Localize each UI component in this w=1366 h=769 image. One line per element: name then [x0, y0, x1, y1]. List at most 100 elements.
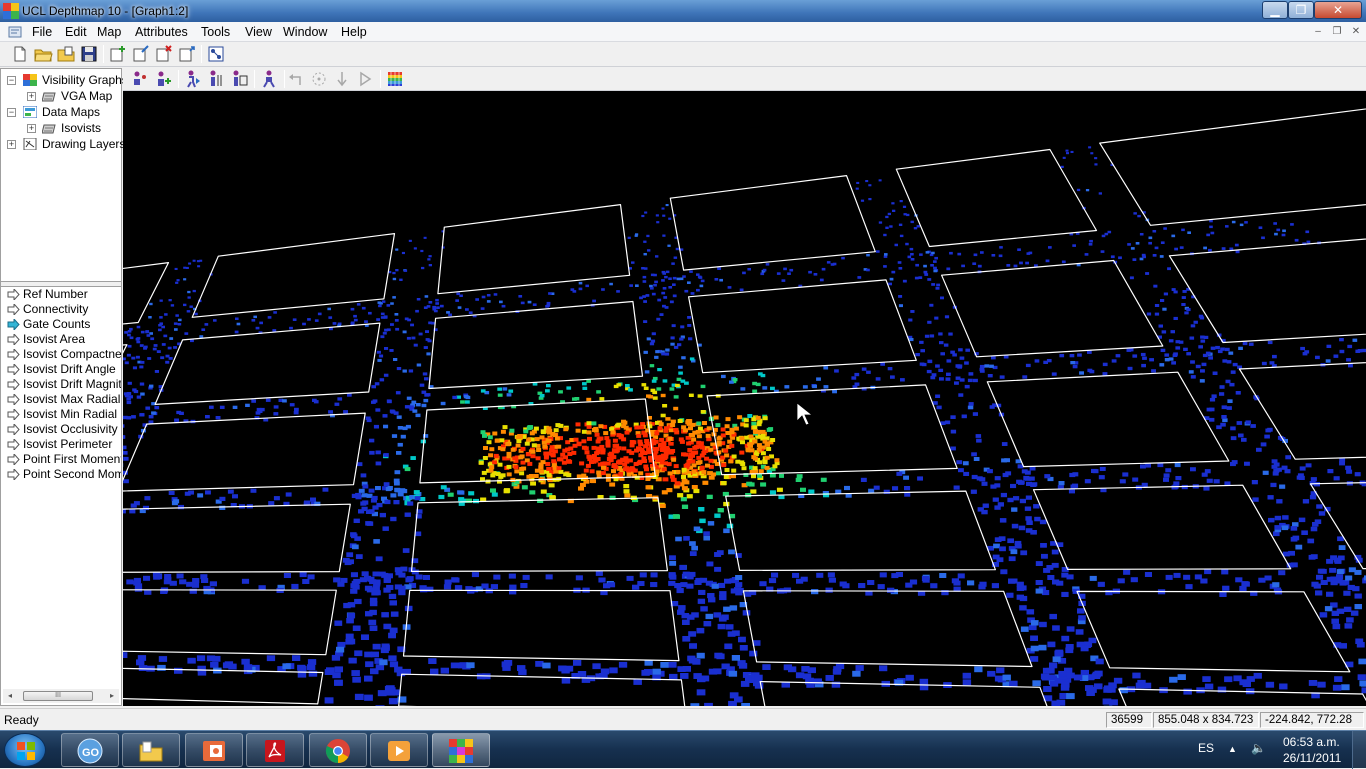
volume-icon[interactable]: 🔈	[1251, 741, 1266, 755]
menu-attributes[interactable]: Attributes	[135, 25, 188, 39]
tree-item-data-maps[interactable]: − Data Maps	[1, 104, 121, 120]
export-map-icon[interactable]	[177, 44, 197, 64]
heat-cell	[885, 227, 888, 229]
undo-icon[interactable]	[286, 69, 306, 89]
edit-map-icon[interactable]	[131, 44, 151, 64]
scroll-thumb[interactable]: III	[23, 691, 93, 701]
tree-item-vga-map[interactable]: + VGA Map	[1, 88, 121, 104]
taskbar-media-player[interactable]	[370, 733, 428, 767]
open-folder-icon[interactable]	[33, 44, 53, 64]
taskbar-pdf-reader[interactable]	[246, 733, 304, 767]
taskbar-presentation-app[interactable]	[185, 733, 243, 767]
show-desktop-button[interactable]	[1352, 731, 1366, 769]
attribute-item[interactable]: Connectivity	[5, 302, 121, 317]
run-agent-icon[interactable]	[259, 69, 279, 89]
tree-item-visibility-graphs[interactable]: − Visibility Graphs	[1, 72, 121, 88]
heat-cell	[1345, 576, 1352, 581]
attribute-item[interactable]: Isovist Compactness	[5, 347, 121, 362]
collapse-icon[interactable]: −	[7, 76, 16, 85]
expand-icon[interactable]: +	[27, 124, 36, 133]
heat-cell	[656, 387, 661, 390]
scroll-left-icon[interactable]: ◂	[3, 689, 17, 703]
attribute-item[interactable]: Isovist Min Radial	[5, 407, 121, 422]
heat-cell	[938, 332, 942, 335]
attribute-item[interactable]: Isovist Drift Angle	[5, 362, 121, 377]
clock-date[interactable]: 26/11/2011	[1283, 751, 1341, 765]
attribute-item[interactable]: Point Second Moment	[5, 467, 121, 482]
attribute-item[interactable]: Ref Number	[5, 287, 121, 302]
taskbar-file-explorer[interactable]	[122, 733, 180, 767]
taskbar-go-app[interactable]: GO	[61, 733, 119, 767]
tree-item-drawing-layers[interactable]: + Drawing Layers	[1, 136, 121, 152]
tree-item-isovists[interactable]: + Isovists	[1, 120, 121, 136]
map-viewport[interactable]	[123, 91, 1366, 706]
heat-cell	[746, 482, 752, 486]
heat-cell	[622, 463, 627, 467]
heat-cell	[1259, 226, 1263, 229]
heat-cell	[1317, 682, 1325, 688]
attribute-item[interactable]: Isovist Drift Magnitude	[5, 377, 121, 392]
taskbar-depthmap[interactable]	[432, 733, 490, 767]
delete-map-icon[interactable]	[154, 44, 174, 64]
gate-counts-map[interactable]	[123, 91, 1366, 706]
heat-cell	[1276, 229, 1280, 232]
heat-cell	[516, 444, 521, 448]
scroll-right-icon[interactable]: ▸	[105, 689, 119, 703]
clock-time[interactable]: 06:53 a.m.	[1283, 735, 1340, 749]
heat-cell	[1213, 372, 1218, 376]
start-button[interactable]	[4, 733, 46, 767]
menu-edit[interactable]: Edit	[65, 25, 87, 39]
expand-icon[interactable]: +	[27, 92, 36, 101]
menu-file[interactable]: File	[32, 25, 52, 39]
maximize-button[interactable]: ❐	[1288, 1, 1314, 19]
show-hidden-icons-icon[interactable]: ▲	[1228, 744, 1237, 754]
step-agent-icon[interactable]	[206, 69, 226, 89]
heat-cell	[670, 343, 674, 346]
attribute-item[interactable]: Isovist Max Radial	[5, 392, 121, 407]
walk-agent-icon[interactable]	[183, 69, 203, 89]
heat-cell	[728, 286, 732, 289]
heat-cell	[427, 305, 431, 308]
heat-cell	[753, 429, 758, 433]
heat-cell	[900, 378, 905, 381]
collapse-icon[interactable]: −	[7, 108, 16, 117]
heat-cell	[777, 272, 781, 275]
menu-window[interactable]: Window	[283, 25, 327, 39]
open-copy-icon[interactable]	[56, 44, 76, 64]
heat-cell	[468, 491, 474, 495]
new-file-icon[interactable]	[10, 44, 30, 64]
heat-cell	[187, 291, 190, 293]
attribute-item[interactable]: Isovist Perimeter	[5, 437, 121, 452]
color-grid-icon[interactable]	[385, 69, 405, 89]
menu-help[interactable]: Help	[341, 25, 367, 39]
horizontal-scrollbar[interactable]: ◂ III ▸	[3, 689, 119, 703]
mdi-close-icon[interactable]: ✕	[1348, 25, 1364, 39]
mdi-restore-icon[interactable]: ❐	[1329, 25, 1345, 39]
add-agent-icon[interactable]	[153, 69, 173, 89]
heat-cell	[351, 670, 360, 676]
close-button[interactable]: ✕	[1314, 1, 1362, 19]
isovist-agent-icon[interactable]	[229, 69, 249, 89]
menu-tools[interactable]: Tools	[201, 25, 230, 39]
menu-map[interactable]: Map	[97, 25, 121, 39]
heat-cell	[1235, 244, 1239, 247]
taskbar-chrome[interactable]	[309, 733, 367, 767]
expand-icon[interactable]: +	[7, 140, 16, 149]
graph-settings-icon[interactable]	[206, 44, 226, 64]
mdi-minimize-icon[interactable]: –	[1310, 25, 1326, 39]
attribute-item[interactable]: Point First Moment	[5, 452, 121, 467]
menu-view[interactable]: View	[245, 25, 272, 39]
fill-agents-icon[interactable]	[130, 69, 150, 89]
attribute-item[interactable]: Isovist Area	[5, 332, 121, 347]
save-icon[interactable]	[79, 44, 99, 64]
document-icon[interactable]	[8, 25, 24, 39]
play-icon[interactable]	[355, 69, 375, 89]
select-icon[interactable]	[309, 69, 329, 89]
attribute-item-selected[interactable]: Gate Counts	[5, 317, 121, 332]
move-down-icon[interactable]	[332, 69, 352, 89]
language-indicator[interactable]: ES	[1198, 741, 1214, 755]
heat-cell	[671, 420, 676, 424]
attribute-item[interactable]: Isovist Occlusivity	[5, 422, 121, 437]
minimize-button[interactable]: ▁	[1262, 1, 1288, 19]
add-map-icon[interactable]	[108, 44, 128, 64]
